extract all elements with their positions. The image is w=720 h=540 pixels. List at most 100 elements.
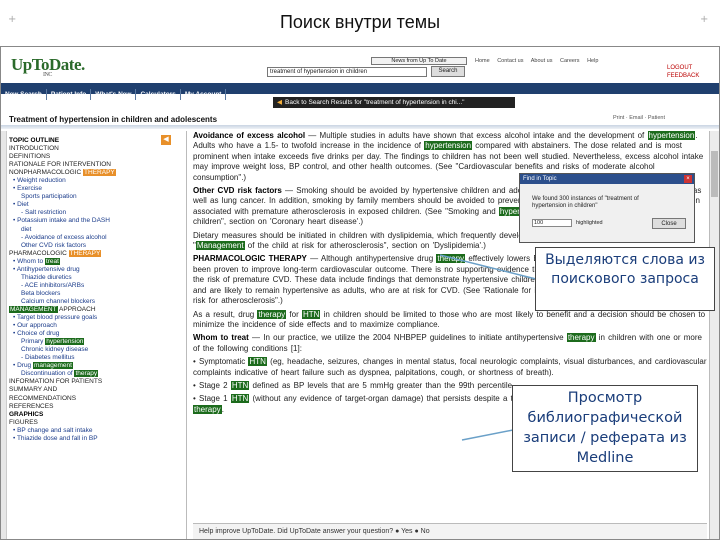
search-term-highlight: Management [195,241,245,251]
outline-item[interactable]: Primary hypertension [9,338,157,346]
utility-links: Print · Email · Patient [613,115,665,121]
outline-item[interactable]: • Choice of drug [9,330,157,338]
collapse-outline-icon[interactable]: ◀ [161,135,171,145]
outline-item[interactable]: • Exercise [9,185,157,193]
sidebar-scrollbar[interactable] [1,131,7,539]
search-term-highlight: therapy [436,254,466,264]
outline-item[interactable]: • Drug management [9,362,157,370]
outline-item[interactable]: • BP change and salt intake [9,427,157,435]
find-close-button[interactable]: Close [652,218,686,229]
outline-item[interactable]: RATIONALE FOR INTERVENTION [9,161,157,169]
outline-item[interactable]: Chronic kidney disease [9,346,157,354]
back-to-results-button[interactable]: ◀ Back to Search Results for "treatment o… [273,97,515,108]
top-link-about[interactable]: About us [531,58,553,64]
find-message: We found 300 instances of "treatment of … [532,196,639,209]
topic-outline-sidebar: ◀ TOPIC OUTLINE INTRODUCTION DEFINITIONS RA… [1,131,187,539]
outline-item[interactable]: Sports participation [9,193,157,201]
outline-item[interactable]: Other CVD risk factors [9,242,157,250]
callout-medline-abstract: Просмотр библиографической записи / рефе… [512,385,698,472]
outline-item[interactable]: • Whom to treat [9,257,157,266]
outline-item[interactable]: SUMMARY AND [9,386,157,394]
nav-whats-new[interactable]: What's New [91,89,137,100]
outline-item[interactable]: FIGURES [9,419,157,427]
patient-link[interactable]: Patient [648,115,665,121]
outline-item[interactable]: • Thiazide dose and fall in BP [9,435,157,443]
search-term-highlight: therapy [74,370,99,378]
outline-item[interactable]: REFERENCES [9,403,157,411]
deco-mark-left: + [8,14,17,25]
find-dialog-title: Find in Topic [520,174,694,184]
header-divider [1,125,719,129]
nav-calculators[interactable]: Calculators [136,89,181,100]
deco-mark-right: + [700,14,709,25]
outline-item[interactable]: - Salt restriction [9,209,157,217]
slide: Поиск внутри темы + + UpToDate. INC News … [0,0,720,540]
scroll-thumb[interactable] [711,151,718,197]
outline-item[interactable]: Calcium channel blockers [9,298,157,306]
news-button[interactable]: News from Up To Date [371,57,467,65]
outline-item[interactable]: MANAGEMENT APPROACH [9,305,157,314]
outline-item[interactable]: DEFINITIONS [9,153,157,161]
search-term-highlight: hypertension [424,141,473,151]
top-link-home[interactable]: Home [475,58,490,64]
back-to-results-label: Back to Search Results for "treatment of… [285,99,465,106]
main-nav: New Search Patient Info What's New Calculat… [1,83,719,100]
outline-item: GRAPHICS [9,410,44,418]
outline-item[interactable]: - Avoidance of excess alcohol [9,234,157,242]
outline-item[interactable]: INTRODUCTION [9,145,157,153]
outline-item[interactable]: • Target blood pressure goals [9,314,157,322]
feedback-bar[interactable]: Help improve UpToDate. Did UpToDate answ… [193,523,707,539]
para-pharma-heading: PHARMACOLOGIC THERAPY [193,254,307,264]
top-link-contact[interactable]: Contact us [497,58,523,64]
para-whom-text: — In our practice, we utilize the 2004 N… [193,333,702,353]
search-term-highlight: HTN [248,357,267,367]
outline-item[interactable]: - ACE inhibitors/ARBs [9,282,157,290]
para-result: As a result, drug therapy for HTN in chi… [193,309,706,329]
outline-item[interactable]: • Antihypertensive drug [9,266,157,274]
outline-item[interactable]: • Our approach [9,322,157,330]
print-link[interactable]: Print [613,115,624,121]
search-term-highlight: hypertension [45,338,85,346]
search-term-highlight: MANAGEMENT [9,305,58,313]
search-term-highlight: management [32,362,73,370]
search-term-highlight: hypertension [647,131,696,140]
search-term-highlight: HTN [230,380,250,390]
outline-item[interactable]: NONPHARMACOLOGIC THERAPY [9,169,157,177]
slide-title: Поиск внутри темы [279,12,441,32]
outline-item[interactable]: - Diabetes mellitus [9,354,157,362]
outline-list: TOPIC OUTLINE INTRODUCTION DEFINITIONS RATI… [9,137,157,443]
logout-link[interactable]: LOGOUT [667,65,692,71]
search-input[interactable]: treatment of hypertension in children [267,67,427,77]
nav-new-search[interactable]: New Search [1,89,47,100]
outline-item[interactable]: • Potassium intake and the DASH [9,217,157,225]
outline-item[interactable]: PHARMACOLOGIC THERAPY [9,249,157,258]
find-in-topic-dialog: Find in Topic × We found 300 instances o… [519,173,695,243]
top-link-help[interactable]: Help [587,58,598,64]
feedback-link[interactable]: FEEDBACK [667,73,699,79]
outline-item[interactable]: Discontinuation of therapy [9,370,157,378]
outline-item[interactable]: • Diet [9,201,157,209]
outline-item[interactable]: RECOMMENDATIONS [9,395,157,403]
page-title: Treatment of hypertension in children an… [9,115,218,124]
top-link-careers[interactable]: Careers [560,58,580,64]
outline-item[interactable]: INFORMATION FOR PATIENTS [9,378,157,386]
nav-my-account[interactable]: My Account [181,89,227,100]
uptodate-logo[interactable]: UpToDate. INC [11,55,85,78]
search-term-highlight: HTN [301,309,321,319]
outline-item[interactable]: Thiazide diuretics [9,274,157,282]
outline-item[interactable]: diet [9,226,157,234]
outline-item[interactable]: Beta blockers [9,290,157,298]
site-header: UpToDate. INC News from Up To Date treatm… [1,47,719,81]
highlight-count-field[interactable]: 100 [532,219,572,227]
search-term-highlight: therapy [257,309,287,319]
search-button[interactable]: Search [431,66,465,77]
search-term-highlight: treat [44,257,60,265]
outline-item[interactable]: • Weight reduction [9,177,157,185]
outline-item: TOPIC OUTLINE [9,137,60,144]
close-icon[interactable]: × [684,175,692,183]
email-link[interactable]: Email [629,115,643,121]
content-scrollbar[interactable] [709,131,719,539]
search-term-highlight: THERAPY [83,169,116,177]
logo-sub: INC [43,72,52,78]
nav-patient-info[interactable]: Patient Info [47,89,92,100]
